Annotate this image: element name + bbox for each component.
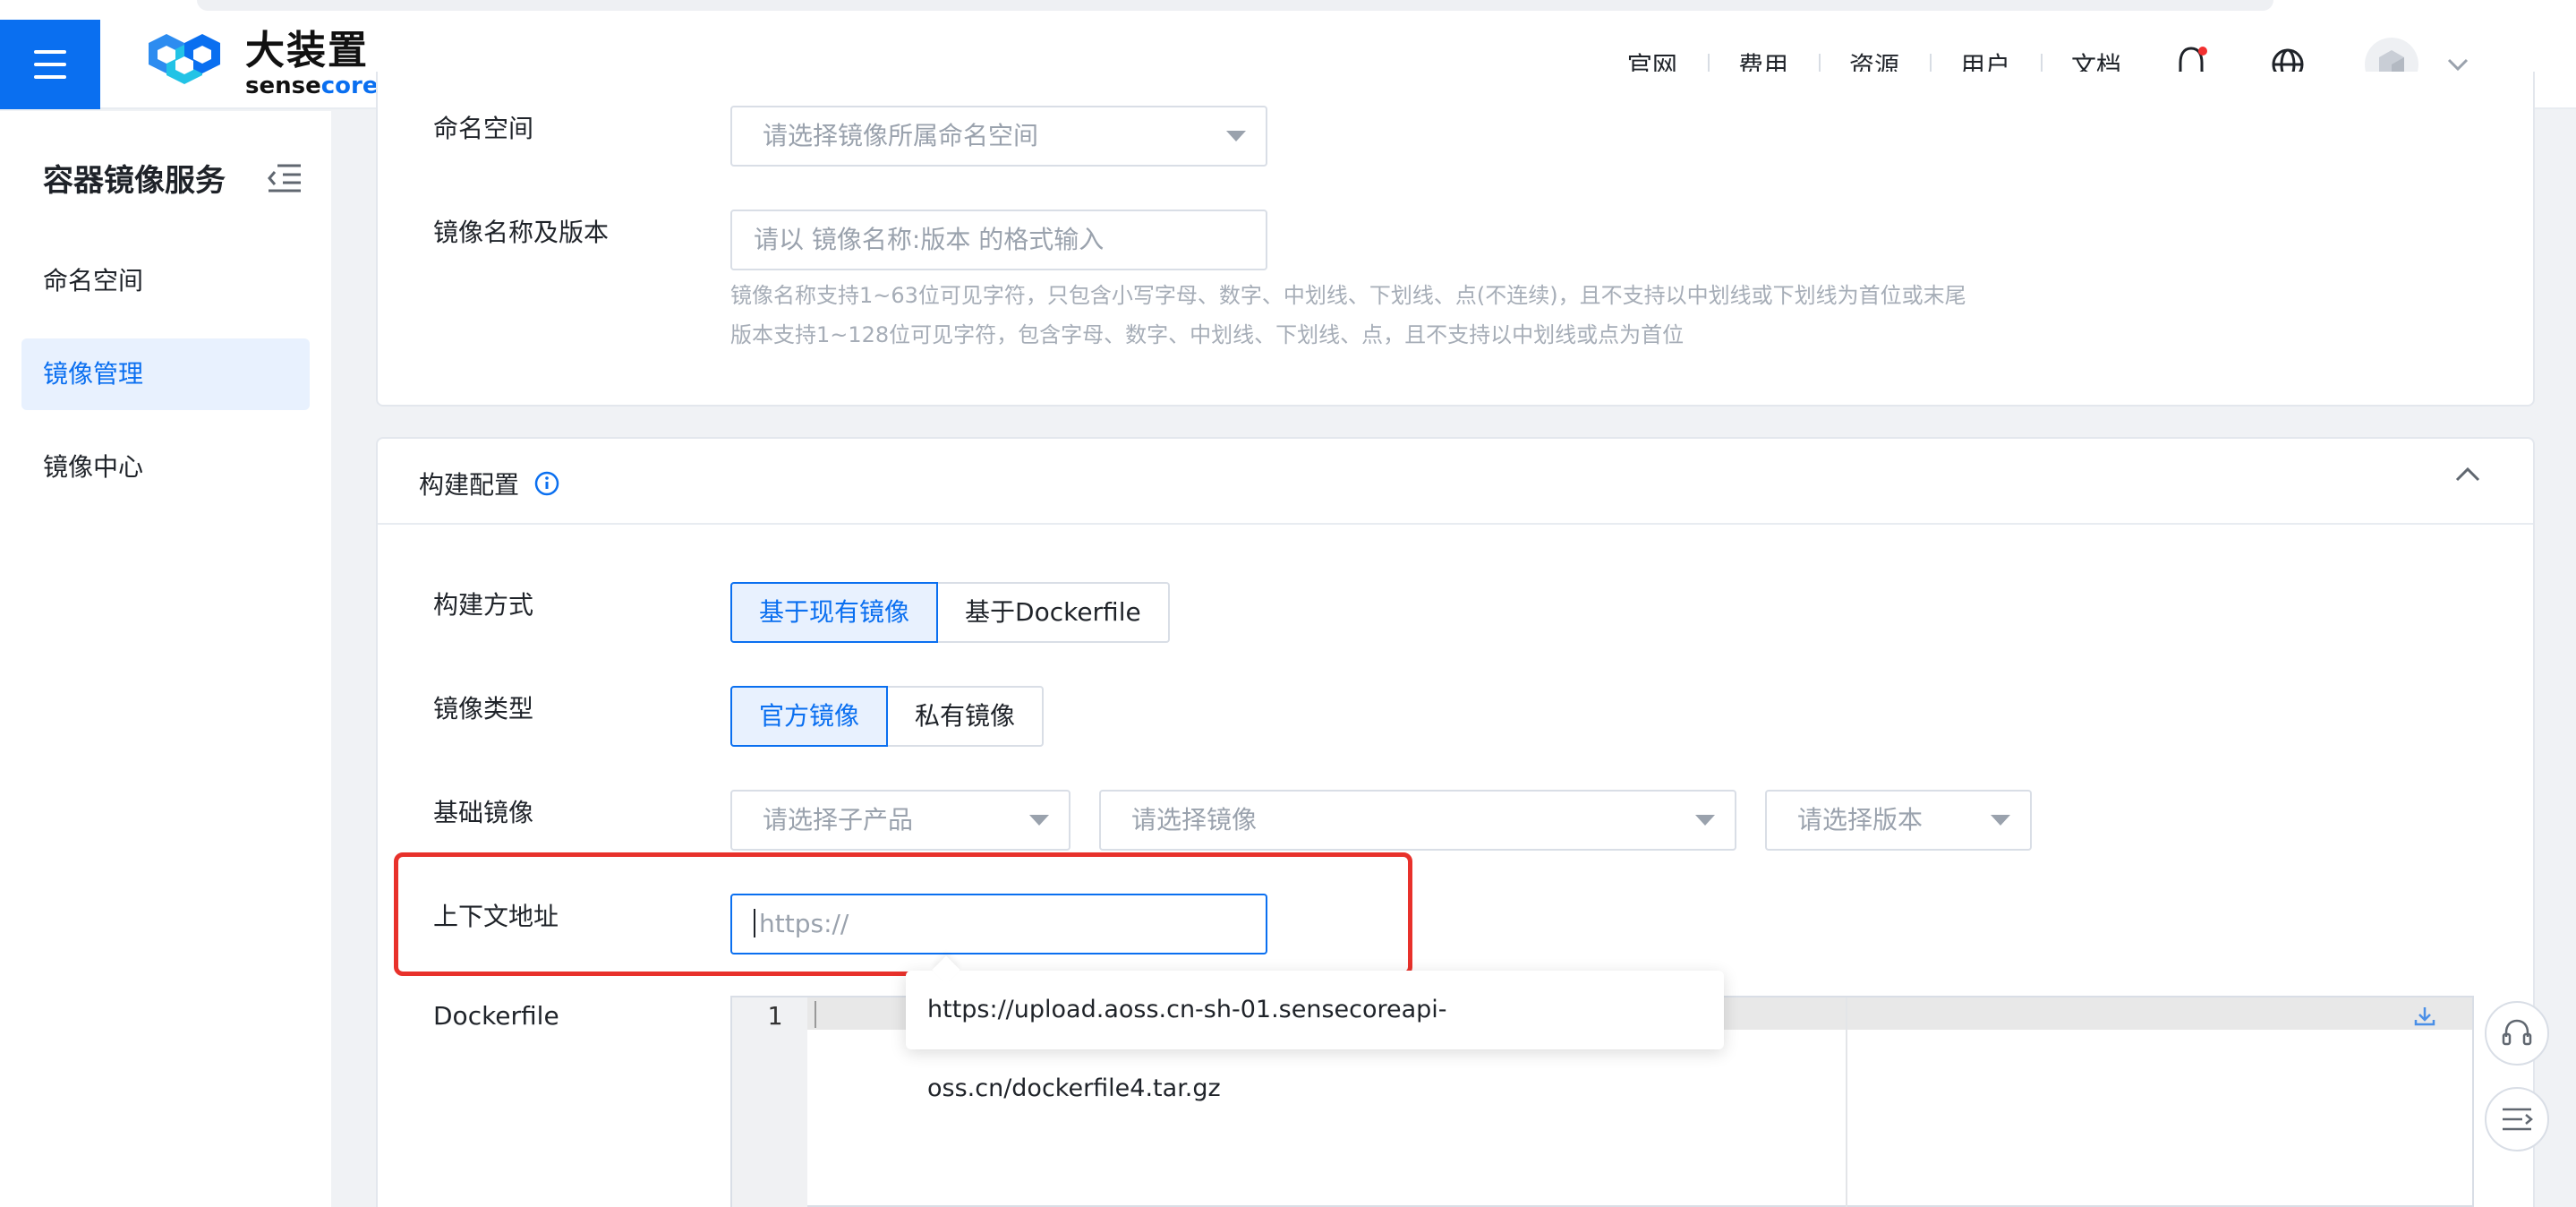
line-number: 1	[767, 1001, 782, 1031]
caret-down-icon	[1029, 815, 1049, 826]
logo-mark-icon	[149, 34, 220, 84]
namespace-placeholder: 请选择镜像所属命名空间	[763, 121, 1039, 150]
logo-subtitle: sensecore	[245, 73, 379, 99]
list-indent-icon	[2503, 1108, 2533, 1131]
base-version-placeholder: 请选择版本	[1797, 805, 1923, 835]
base-image-placeholder: 请选择镜像	[1131, 805, 1258, 835]
image-name-label: 镜像名称及版本	[433, 218, 610, 247]
caret-down-icon	[1991, 815, 2010, 826]
build-config-header[interactable]: 构建配置	[378, 439, 2533, 525]
sidebar-item-image-center[interactable]: 镜像中心	[21, 432, 310, 503]
browser-strip	[197, 0, 2273, 11]
build-method-dockerfile[interactable]: 基于Dockerfile	[938, 582, 1170, 643]
autocomplete-suggestion[interactable]: https://upload.aoss.cn-sh-01.sensecoreap…	[906, 971, 1724, 1102]
editor-cursor	[815, 1001, 816, 1028]
highlight-annotation	[394, 852, 1412, 976]
hamburger-icon	[34, 46, 66, 83]
download-icon[interactable]	[2413, 1005, 2436, 1028]
sidebar-item-namespace[interactable]: 命名空间	[21, 245, 310, 317]
caret-down-icon	[1695, 815, 1715, 826]
base-image-select[interactable]: 请选择镜像	[1099, 790, 1736, 851]
dockerfile-label: Dockerfile	[433, 1001, 559, 1031]
editor-gutter: 1	[732, 997, 807, 1207]
base-product-placeholder: 请选择子产品	[763, 805, 914, 835]
image-type-label: 镜像类型	[433, 694, 534, 723]
build-config-title: 构建配置	[419, 470, 520, 500]
version-hint: 版本支持1~128位可见字符，包含字母、数字、中划线、下划线、点，且不支持以中划…	[730, 322, 1685, 347]
build-method-label: 构建方式	[433, 590, 534, 620]
logo[interactable]: 大装置 sensecore	[131, 30, 378, 98]
menu-button[interactable]	[0, 20, 100, 109]
base-image-label: 基础镜像	[433, 798, 534, 827]
headset-icon	[2502, 1019, 2532, 1046]
namespace-label: 命名空间	[433, 114, 534, 143]
sidebar: 容器镜像服务 命名空间 镜像管理 镜像中心	[0, 111, 331, 1207]
sidebar-title: 容器镜像服务	[43, 163, 226, 199]
image-type-private[interactable]: 私有镜像	[888, 686, 1045, 747]
info-icon[interactable]	[533, 470, 560, 497]
build-method-existing-image[interactable]: 基于现有镜像	[730, 582, 939, 643]
basic-info-panel	[376, 72, 2535, 407]
sidebar-item-image-management[interactable]: 镜像管理	[21, 338, 310, 410]
image-type-segmented: 官方镜像 私有镜像	[730, 686, 1045, 747]
collapse-sidebar-icon[interactable]	[267, 163, 303, 197]
image-type-official[interactable]: 官方镜像	[730, 686, 889, 747]
namespace-select[interactable]: 请选择镜像所属命名空间	[730, 106, 1267, 167]
base-product-select[interactable]: 请选择子产品	[730, 790, 1070, 851]
caret-down-icon	[1226, 131, 1246, 141]
support-button[interactable]	[2485, 1001, 2549, 1066]
logo-title: 大装置	[245, 28, 369, 73]
base-version-select[interactable]: 请选择版本	[1765, 790, 2032, 851]
outline-button[interactable]	[2485, 1087, 2549, 1151]
image-name-placeholder: 请以 镜像名称:版本 的格式输入	[754, 225, 1105, 254]
chevron-up-icon[interactable]	[2454, 466, 2481, 484]
image-name-hint: 镜像名称支持1~63位可见字符，只包含小写字母、数字、中划线、下划线、点(不连续…	[730, 283, 1966, 308]
image-name-input[interactable]: 请以 镜像名称:版本 的格式输入	[730, 210, 1267, 270]
build-method-segmented: 基于现有镜像 基于Dockerfile	[730, 582, 1170, 643]
editor-print-margin	[1846, 997, 1847, 1207]
